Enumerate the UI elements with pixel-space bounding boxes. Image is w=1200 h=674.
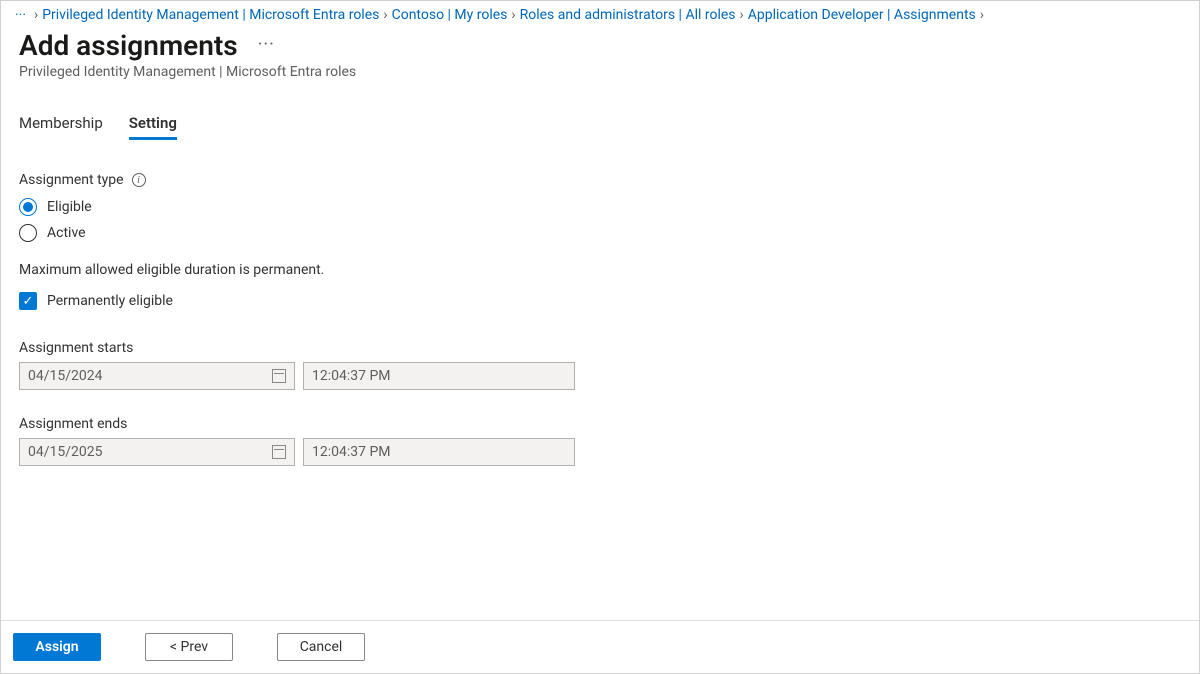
settings-form: Assignment type i Eligible Active Maximu… <box>1 140 1199 620</box>
breadcrumb-item-pim[interactable]: Privileged Identity Management | Microso… <box>42 7 379 23</box>
date-value: 04/15/2024 <box>28 368 103 384</box>
assignment-ends-time-input[interactable]: 12:04:37 PM <box>303 438 575 466</box>
radio-icon <box>19 224 37 242</box>
chevron-right-icon: › <box>740 7 744 23</box>
assignment-ends-label: Assignment ends <box>19 416 1181 432</box>
breadcrumb-item-app-dev[interactable]: Application Developer | Assignments <box>748 7 976 23</box>
radio-active-label: Active <box>47 225 86 241</box>
breadcrumb: ··· › Privileged Identity Management | M… <box>1 1 1199 25</box>
radio-eligible[interactable]: Eligible <box>19 198 1181 216</box>
radio-icon <box>19 198 37 216</box>
assignment-ends-group: Assignment ends 04/15/2025 12:04:37 PM <box>19 416 1181 466</box>
assignment-starts-time-input[interactable]: 12:04:37 PM <box>303 362 575 390</box>
page-header: Add assignments ··· <box>1 25 1199 62</box>
chevron-right-icon: › <box>34 7 38 23</box>
assignment-ends-date-input[interactable]: 04/15/2025 <box>19 438 295 466</box>
calendar-icon <box>272 369 286 383</box>
assignment-type-radio-group: Eligible Active <box>19 198 1181 242</box>
calendar-icon <box>272 445 286 459</box>
date-value: 04/15/2025 <box>28 444 103 460</box>
page-title: Add assignments <box>19 29 238 62</box>
prev-button[interactable]: < Prev <box>145 633 233 661</box>
assignment-starts-group: Assignment starts 04/15/2024 12:04:37 PM <box>19 340 1181 390</box>
assignment-starts-date-input[interactable]: 04/15/2024 <box>19 362 295 390</box>
breadcrumb-ellipsis[interactable]: ··· <box>11 7 30 23</box>
checkmark-icon: ✓ <box>19 292 37 310</box>
radio-eligible-label: Eligible <box>47 199 92 215</box>
time-value: 12:04:37 PM <box>312 444 391 460</box>
assignment-starts-label: Assignment starts <box>19 340 1181 356</box>
tab-setting[interactable]: Setting <box>129 108 177 140</box>
permanently-eligible-checkbox[interactable]: ✓ Permanently eligible <box>19 292 1181 310</box>
assign-button[interactable]: Assign <box>13 633 101 661</box>
cancel-button[interactable]: Cancel <box>277 633 365 661</box>
page-subtitle: Privileged Identity Management | Microso… <box>1 62 1199 80</box>
time-value: 12:04:37 PM <box>312 368 391 384</box>
breadcrumb-item-contoso[interactable]: Contoso | My roles <box>392 7 508 23</box>
assignment-type-label: Assignment type i <box>19 172 1181 188</box>
more-actions-button[interactable]: ··· <box>258 34 275 57</box>
radio-active[interactable]: Active <box>19 224 1181 242</box>
chevron-right-icon: › <box>511 7 515 23</box>
tab-membership[interactable]: Membership <box>19 108 103 140</box>
breadcrumb-item-roles[interactable]: Roles and administrators | All roles <box>520 7 736 23</box>
info-icon[interactable]: i <box>132 173 146 187</box>
tab-bar: Membership Setting <box>1 80 1199 140</box>
footer-bar: Assign < Prev Cancel <box>1 620 1199 673</box>
chevron-right-icon: › <box>980 7 984 23</box>
chevron-right-icon: › <box>383 7 387 23</box>
permanently-eligible-label: Permanently eligible <box>47 293 173 309</box>
assignment-type-text: Assignment type <box>19 172 124 188</box>
duration-note: Maximum allowed eligible duration is per… <box>19 262 1181 278</box>
